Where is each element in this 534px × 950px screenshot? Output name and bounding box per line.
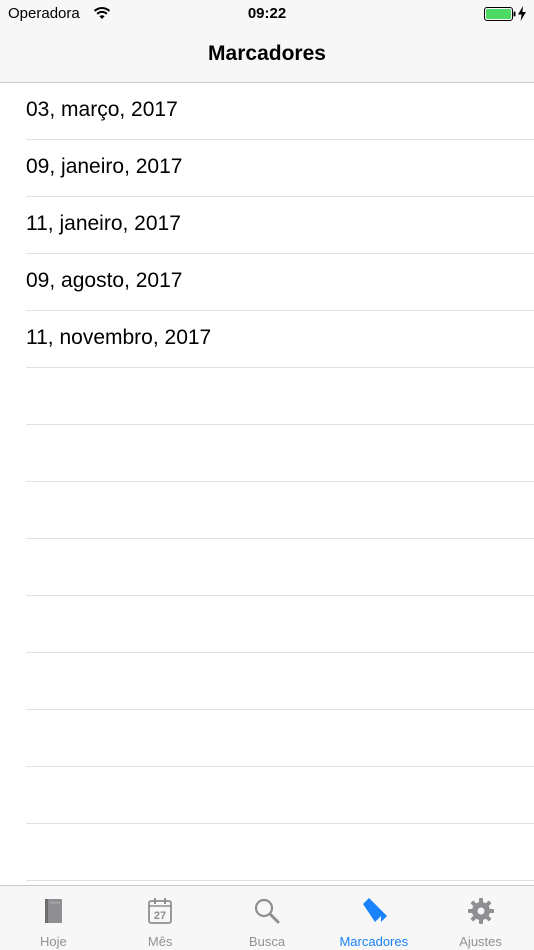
- empty-row: [26, 539, 534, 596]
- book-icon: [45, 899, 63, 923]
- empty-row: [26, 767, 534, 824]
- charging-icon: [518, 6, 526, 21]
- empty-row: [26, 482, 534, 539]
- page-title: Marcadores: [208, 42, 326, 65]
- tab-label: Busca: [248, 934, 286, 949]
- tab-ajustes[interactable]: Ajustes: [427, 886, 534, 950]
- bookmark-icon: [362, 898, 387, 922]
- tab-label: Ajustes: [459, 934, 502, 949]
- search-icon: [254, 898, 280, 924]
- bookmark-date: 09, janeiro, 2017: [26, 155, 183, 178]
- bookmark-date: 09, agosto, 2017: [26, 269, 183, 292]
- tab-label: Mês: [147, 934, 173, 949]
- empty-row: [26, 710, 534, 767]
- bookmark-row-4[interactable]: 09, agosto, 2017: [26, 254, 534, 311]
- empty-row: [26, 368, 534, 425]
- gear-icon: [467, 898, 494, 924]
- empty-row: [26, 596, 534, 653]
- status-bar: Operadora 09:22: [0, 0, 534, 28]
- navigation-bar: Marcadores: [0, 28, 534, 83]
- tab-mes[interactable]: 27 Mês: [107, 886, 214, 950]
- battery-icon: [484, 7, 516, 21]
- tab-label: Marcadores: [339, 934, 409, 949]
- empty-row: [26, 824, 534, 881]
- tab-label: Hoje: [40, 934, 67, 949]
- calendar-day: 27: [154, 910, 166, 922]
- tab-busca[interactable]: Busca: [214, 886, 321, 950]
- tab-hoje[interactable]: Hoje: [0, 886, 107, 950]
- bookmark-row-3[interactable]: 11, janeiro, 2017: [26, 197, 534, 254]
- bookmark-row-5[interactable]: 11, novembro, 2017: [26, 311, 534, 368]
- tab-bar: Hoje 27 Mês Busca Marcadores Ajustes: [0, 885, 534, 950]
- status-time: 09:22: [247, 5, 287, 22]
- calendar-icon: 27: [148, 898, 173, 924]
- empty-row: [26, 425, 534, 482]
- bookmark-date: 03, março, 2017: [26, 98, 178, 121]
- bookmark-date: 11, janeiro, 2017: [26, 212, 181, 235]
- bookmark-list[interactable]: 03, março, 2017 09, janeiro, 2017 11, ja…: [0, 83, 534, 885]
- empty-row: [26, 653, 534, 710]
- tab-marcadores[interactable]: Marcadores: [320, 886, 427, 950]
- bookmark-date: 11, novembro, 2017: [26, 326, 212, 349]
- bookmark-row-2[interactable]: 09, janeiro, 2017: [26, 140, 534, 197]
- bookmark-row-1[interactable]: 03, março, 2017: [26, 83, 534, 140]
